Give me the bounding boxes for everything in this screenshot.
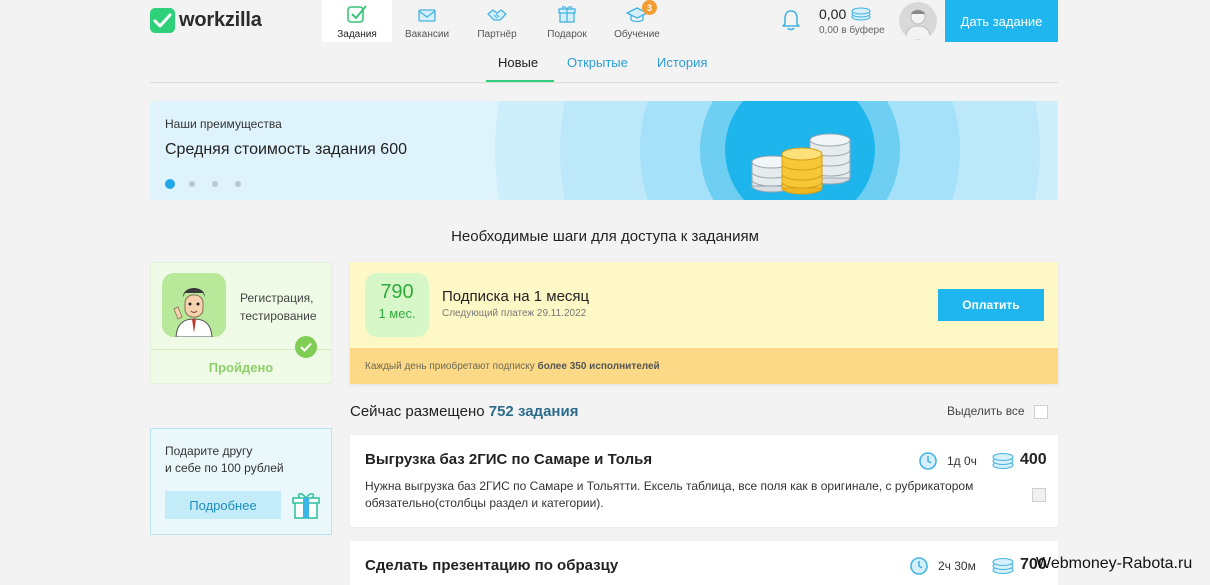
referral-card: Подарите другу и себе по 100 рублей Подр… xyxy=(150,428,332,535)
select-all-checkbox[interactable] xyxy=(1034,405,1048,419)
task-title[interactable]: Сделать презентацию по образцу xyxy=(365,557,618,574)
task-price: 400 xyxy=(1020,451,1047,468)
top-header: workzilla Задания Вакансии Партнёр Подар… xyxy=(0,0,1210,42)
task-check-icon xyxy=(347,5,367,23)
balance-value: 0,00 xyxy=(819,6,847,22)
tab-open[interactable]: Открытые xyxy=(567,55,628,70)
nav-label: Вакансии xyxy=(404,29,450,40)
nav-item-learning[interactable]: Обучение 3 xyxy=(602,0,672,42)
carousel-dot[interactable] xyxy=(235,181,241,187)
main-nav: Задания Вакансии Партнёр Подарок Обучени… xyxy=(322,0,672,42)
registration-step-card: Регистрация, тестирование Пройдено xyxy=(150,262,332,384)
task-tabs: Новые Открытые История xyxy=(150,42,1058,83)
nav-label: Задания xyxy=(337,29,377,40)
nav-item-partner[interactable]: Партнёр xyxy=(462,0,532,42)
clock-icon xyxy=(919,452,937,470)
referral-text: Подарите другу и себе по 100 рублей xyxy=(165,444,284,475)
money-stack-icon xyxy=(992,557,1014,575)
nav-item-vacancies[interactable]: Вакансии xyxy=(392,0,462,42)
gift-box-icon xyxy=(292,493,320,519)
money-stack-icon xyxy=(851,7,871,21)
nav-label: Обучение xyxy=(614,29,660,40)
coins-icon xyxy=(751,133,851,195)
subscription-title: Подписка на 1 месяц xyxy=(442,288,590,305)
subscription-step-card: 790 1 мес. Подписка на 1 месяц Следующий… xyxy=(350,262,1058,384)
carousel-dot[interactable] xyxy=(189,181,195,187)
next-payment: Следующий платеж 29.11.2022 xyxy=(442,308,587,319)
select-all-label[interactable]: Выделить все xyxy=(947,404,1025,418)
subscription-info-strip: Каждый день приобретают подписку более 3… xyxy=(350,348,1058,384)
carousel-dots xyxy=(165,179,258,189)
nav-item-tasks[interactable]: Задания xyxy=(322,0,392,42)
character-avatar xyxy=(162,273,226,337)
task-time: 2ч 30м xyxy=(938,559,976,573)
carousel-dot[interactable] xyxy=(212,181,218,187)
pay-button[interactable]: Оплатить xyxy=(938,289,1044,321)
more-info-button[interactable]: Подробнее xyxy=(165,491,281,519)
handshake-icon xyxy=(487,9,507,21)
price-period: 1 мес. xyxy=(378,306,416,321)
logo[interactable]: workzilla xyxy=(150,8,262,33)
bell-icon[interactable] xyxy=(780,8,802,37)
carousel-dot[interactable] xyxy=(165,179,175,189)
envelope-icon xyxy=(418,9,436,22)
tasks-count: Сейчас размещено 752 задания xyxy=(350,403,579,420)
task-description: Нужна выгрузка баз 2ГИС по Самаре и Толь… xyxy=(365,479,974,510)
steps-title: Необходимые шаги для доступа к заданиям xyxy=(451,228,759,245)
balance-widget[interactable]: 0,00 0,00 в буфере xyxy=(819,6,885,36)
active-tab-indicator xyxy=(486,80,554,82)
task-checkbox[interactable] xyxy=(1032,488,1046,502)
task-title[interactable]: Выгрузка баз 2ГИС по Самаре и Толья xyxy=(365,451,652,468)
nav-label: Партнёр xyxy=(477,29,517,40)
money-stack-icon xyxy=(992,452,1014,470)
tab-history[interactable]: История xyxy=(657,55,707,70)
notification-badge: 3 xyxy=(642,0,657,15)
logo-text: workzilla xyxy=(179,9,262,31)
price-value: 790 xyxy=(380,281,414,303)
price-badge: 790 1 мес. xyxy=(365,273,429,337)
banner-title: Средняя стоимость задания 600 xyxy=(165,141,407,158)
subscription-info-text: Каждый день приобретают подписку более 3… xyxy=(365,361,660,372)
task-card[interactable]: Выгрузка баз 2ГИС по Самаре и Толья 1д 0… xyxy=(350,435,1058,527)
buffer-value: 0,00 в буфере xyxy=(819,25,885,36)
task-card[interactable]: Сделать презентацию по образцу 2ч 30м 70… xyxy=(350,541,1058,585)
tab-new[interactable]: Новые xyxy=(498,55,538,70)
check-circle-icon xyxy=(295,336,317,358)
banner-kicker: Наши преимущества xyxy=(165,117,282,131)
advantages-banner[interactable]: Наши преимущества Средняя стоимость зада… xyxy=(150,101,1058,200)
user-avatar[interactable] xyxy=(899,2,937,40)
create-task-button[interactable]: Дать задание xyxy=(945,0,1058,42)
watermark-text: Webmoney-Rabota.ru xyxy=(1036,555,1193,572)
clock-icon xyxy=(910,557,928,575)
registration-text: Регистрация, тестирование xyxy=(240,291,317,323)
nav-label: Подарок xyxy=(547,29,587,40)
step-status: Пройдено xyxy=(208,360,274,375)
gift-icon xyxy=(558,6,576,23)
logo-check-icon xyxy=(150,8,175,33)
nav-item-gift[interactable]: Подарок xyxy=(532,0,602,42)
task-time: 1д 0ч xyxy=(947,454,977,468)
